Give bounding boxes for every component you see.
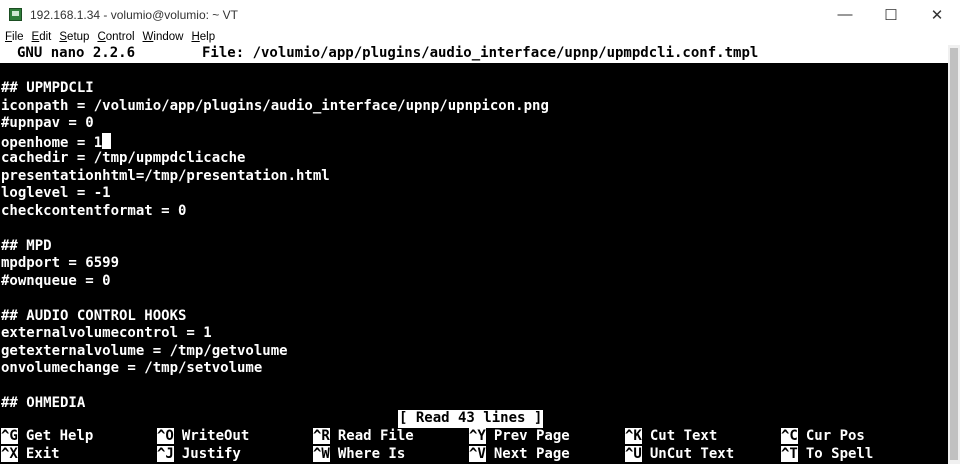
- vertical-scrollbar[interactable]: [948, 45, 960, 464]
- menu-file[interactable]: File: [0, 31, 28, 43]
- menu-control[interactable]: Control: [93, 31, 138, 43]
- editor-line: checkcontentformat = 0: [1, 202, 187, 219]
- editor-line: ## OHMEDIA: [1, 395, 86, 411]
- editor-line: #ownqueue = 0: [1, 272, 111, 289]
- menu-help[interactable]: Help: [187, 31, 219, 43]
- editor-line: iconpath = /volumio/app/plugins/audio_in…: [1, 97, 549, 114]
- status-message: [ Read 43 lines ]: [398, 410, 544, 428]
- editor-line: getexternalvolume = /tmp/getvolume: [1, 342, 288, 359]
- nano-filename: File: /volumio/app/plugins/audio_interfa…: [202, 45, 759, 61]
- close-button[interactable]: ✕: [914, 0, 960, 29]
- menu-bar: File Edit Setup Control Window Help: [0, 29, 960, 45]
- shortcut-uncut-text[interactable]: ^U UnCut Text: [625, 445, 734, 464]
- editor-line: #upnpav = 0: [1, 115, 94, 131]
- text-cursor: [102, 132, 111, 149]
- title-bar[interactable]: 192.168.1.34 - volumio@volumio: ~ VT — ☐…: [0, 0, 960, 29]
- editor-line: ## AUDIO CONTROL HOOKS: [1, 307, 187, 324]
- terminal-app-icon: [9, 8, 22, 21]
- minimize-button[interactable]: —: [822, 0, 868, 29]
- terminal-screen[interactable]: GNU nano 2.2.6 File: /volumio/app/plugin…: [0, 45, 948, 464]
- shortcut-exit[interactable]: ^X Exit: [1, 445, 60, 464]
- editor-line: presentationhtml=/tmp/presentation.html: [1, 167, 330, 184]
- shortcut-get-help[interactable]: ^G Get Help: [1, 428, 93, 446]
- window-title: 192.168.1.34 - volumio@volumio: ~ VT: [30, 7, 238, 22]
- nano-version: GNU nano 2.2.6: [17, 45, 136, 61]
- shortcut-where-is[interactable]: ^W Where Is: [313, 445, 405, 464]
- maximize-button[interactable]: ☐: [868, 0, 914, 29]
- menu-setup[interactable]: Setup: [55, 31, 93, 43]
- shortcut-cut-text[interactable]: ^K Cut Text: [625, 428, 717, 446]
- shortcut-next-page[interactable]: ^V Next Page: [469, 445, 570, 464]
- editor-line-cursor: openhome = 1: [1, 132, 111, 151]
- scrollbar-thumb[interactable]: [950, 48, 958, 460]
- shortcut-writeout[interactable]: ^O WriteOut: [157, 428, 249, 446]
- editor-line: onvolumechange = /tmp/setvolume: [1, 360, 263, 376]
- editor-line: mpdport = 6599: [1, 255, 120, 271]
- nano-header: GNU nano 2.2.6 File: /volumio/app/plugin…: [0, 45, 948, 63]
- shortcut-read-file[interactable]: ^R Read File: [313, 428, 414, 446]
- menu-window[interactable]: Window: [139, 31, 188, 43]
- editor-line: externalvolumecontrol = 1: [1, 325, 212, 341]
- window-controls: — ☐ ✕: [822, 0, 960, 29]
- terminal-window: 192.168.1.34 - volumio@volumio: ~ VT — ☐…: [0, 0, 960, 464]
- shortcut-to-spell[interactable]: ^T To Spell: [781, 445, 873, 464]
- shortcut-prev-page[interactable]: ^Y Prev Page: [469, 428, 570, 446]
- editor-line: loglevel = -1: [1, 185, 111, 201]
- editor-line: ## UPMPDCLI: [1, 80, 94, 96]
- shortcut-justify[interactable]: ^J Justify: [157, 445, 241, 464]
- shortcut-cur-pos[interactable]: ^C Cur Pos: [781, 428, 865, 446]
- editor-line: ## MPD: [1, 237, 52, 254]
- menu-edit[interactable]: Edit: [28, 31, 56, 43]
- editor-line: cachedir = /tmp/upmpdclicache: [1, 150, 246, 166]
